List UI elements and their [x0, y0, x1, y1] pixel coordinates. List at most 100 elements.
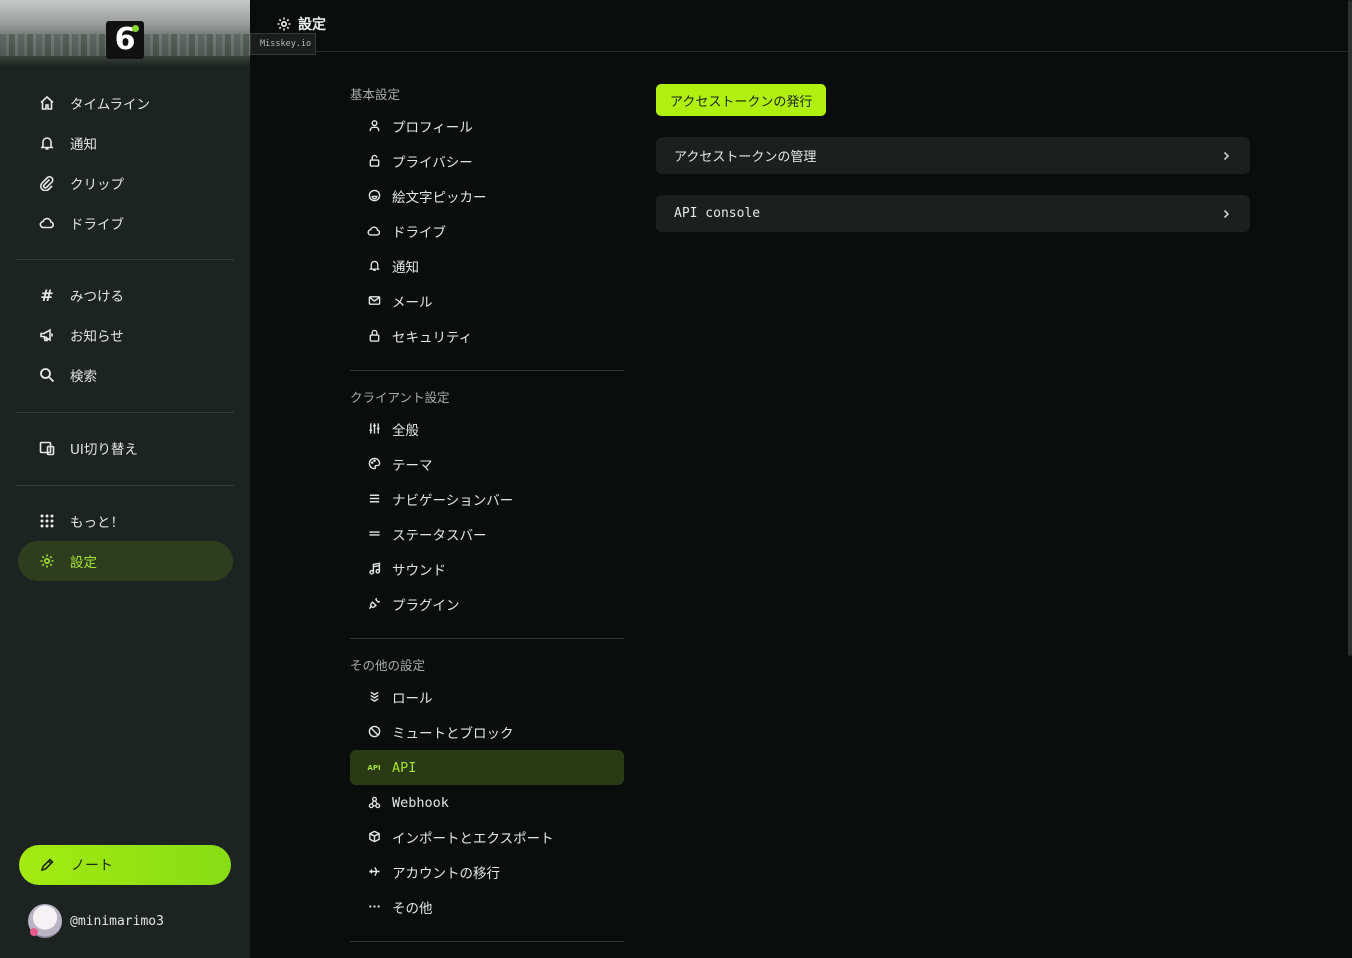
issue-access-token-button[interactable]: アクセストークンの発行 — [656, 84, 827, 116]
settings-icon — [276, 16, 292, 32]
post-note-button[interactable]: ノート — [19, 845, 231, 885]
nav-switch-ui[interactable]: UI切り替え — [18, 428, 233, 468]
nav-notifications[interactable]: 通知 — [18, 123, 233, 163]
menu-item-account-migration[interactable]: アカウントの移行 — [350, 854, 624, 889]
menu-item-webhook[interactable]: Webhook — [350, 785, 624, 820]
menu-item-roles[interactable]: ロール — [350, 679, 624, 714]
nav-timeline[interactable]: タイムライン — [18, 83, 233, 123]
menu-item-label: セキュリティ — [392, 329, 473, 346]
menu-item-label: API — [392, 759, 417, 776]
menu-item-api[interactable]: API API — [350, 750, 624, 785]
nav-explore[interactable]: # みつける — [18, 275, 233, 315]
menu-item-theme[interactable]: テーマ — [350, 446, 624, 481]
menu-item-drive[interactable]: ドライブ — [350, 213, 624, 248]
search-icon — [38, 366, 56, 384]
home-icon — [38, 94, 56, 112]
section-label-client: クライアント設定 — [350, 390, 450, 405]
lock-icon — [367, 329, 381, 343]
settings-icon — [38, 552, 56, 570]
menu-item-label: プライバシー — [392, 154, 473, 171]
menu-divider — [350, 370, 624, 371]
menu-item-plugins[interactable]: プラグイン — [350, 586, 624, 621]
menu-item-label: プラグイン — [392, 597, 460, 614]
menu-item-label: アカウントの移行 — [392, 865, 500, 882]
menu-item-label: ドライブ — [392, 224, 446, 241]
menu-item-import-export[interactable]: インポートとエクスポート — [350, 819, 624, 854]
menu-item-label: 全般 — [392, 422, 419, 439]
menu-item-label: その他 — [392, 900, 433, 917]
menu-item-label: インポートとエクスポート — [392, 830, 554, 847]
list-icon — [367, 492, 381, 506]
bell-icon — [367, 259, 381, 273]
menu-item-email[interactable]: メール — [350, 283, 624, 318]
account-username: @minimarimo3 — [70, 913, 164, 929]
chevron-right-icon — [1220, 150, 1232, 162]
menu-item-security[interactable]: セキュリティ — [350, 318, 624, 353]
instance-banner[interactable]: 6 — [0, 0, 250, 66]
account-menu[interactable]: @minimarimo3 — [28, 904, 164, 938]
nav-more[interactable]: もっと！ — [18, 501, 233, 541]
sidebar-divider — [16, 412, 234, 413]
mail-icon — [367, 294, 381, 308]
menu-item-label: ロール — [392, 690, 433, 707]
logo-dot — [132, 25, 139, 32]
webhook-icon — [367, 796, 381, 810]
menu-item-statusbar[interactable]: ステータスバー — [350, 516, 624, 551]
menu-item-label: Webhook — [392, 794, 449, 811]
cloud-icon — [367, 224, 381, 238]
avatar — [28, 904, 62, 938]
nav-announcements[interactable]: お知らせ — [18, 315, 233, 355]
nav-explore-label: みつける — [70, 289, 124, 305]
menu-item-label: ナビゲーションバー — [392, 492, 514, 509]
api-console-link[interactable]: API console — [656, 195, 1250, 232]
nav-announcements-label: お知らせ — [70, 329, 124, 345]
sidebar-divider — [16, 485, 234, 486]
menu-item-sound[interactable]: サウンド — [350, 551, 624, 586]
section-label-other: その他の設定 — [350, 658, 426, 673]
menu-item-label: 通知 — [392, 259, 419, 276]
nav-clips[interactable]: クリップ — [18, 163, 233, 203]
nav-search[interactable]: 検索 — [18, 355, 233, 395]
dots-icon — [367, 900, 381, 914]
manage-access-tokens-label: アクセストークンの管理 — [674, 150, 817, 165]
section-label-basic: 基本設定 — [350, 87, 401, 102]
nav-clips-label: クリップ — [70, 177, 124, 193]
pencil-icon — [39, 857, 57, 873]
menu-item-privacy[interactable]: プライバシー — [350, 143, 624, 178]
paperclip-icon — [38, 174, 56, 192]
nav-search-label: 検索 — [70, 369, 97, 385]
user-icon — [367, 119, 381, 133]
menu-item-emoji-picker[interactable]: 絵文字ピッカー — [350, 178, 624, 213]
page-title: 設定 — [276, 14, 326, 34]
menu-divider — [350, 638, 624, 639]
nav-notifications-label: 通知 — [70, 137, 97, 153]
cloud-icon — [38, 214, 56, 232]
api-icon: API — [367, 763, 381, 772]
menu-item-mute-block[interactable]: ミュートとブロック — [350, 714, 624, 749]
post-note-label: ノート — [71, 858, 113, 874]
page-scrollbar[interactable] — [1348, 0, 1352, 656]
manage-access-tokens-link[interactable]: アクセストークンの管理 — [656, 137, 1250, 174]
speakerphone-icon — [38, 326, 56, 344]
menu-item-label: サウンド — [392, 562, 446, 579]
menu-item-label: テーマ — [392, 457, 433, 474]
adjustments-icon — [367, 422, 381, 436]
menu-divider — [350, 941, 624, 942]
menu-item-navbar[interactable]: ナビゲーションバー — [350, 481, 624, 516]
nav-settings[interactable]: 設定 — [18, 541, 233, 581]
menu-item-profile[interactable]: プロフィール — [350, 108, 624, 143]
nav-drive[interactable]: ドライブ — [18, 203, 233, 243]
equal-icon — [367, 527, 381, 541]
nav-more-label: もっと！ — [70, 515, 124, 531]
menu-item-label: ミュートとブロック — [392, 725, 514, 742]
music-icon — [367, 562, 381, 576]
menu-item-notifications[interactable]: 通知 — [350, 248, 624, 283]
api-console-label: API console — [674, 206, 761, 221]
nav-settings-label: 設定 — [70, 555, 97, 571]
menu-item-label: メール — [392, 294, 433, 311]
hash-icon: # — [40, 285, 54, 305]
menu-item-general[interactable]: 全般 — [350, 411, 624, 446]
menu-item-other[interactable]: その他 — [350, 889, 624, 924]
grid-dots-icon — [38, 512, 56, 530]
instance-logo[interactable]: 6 — [106, 21, 144, 59]
